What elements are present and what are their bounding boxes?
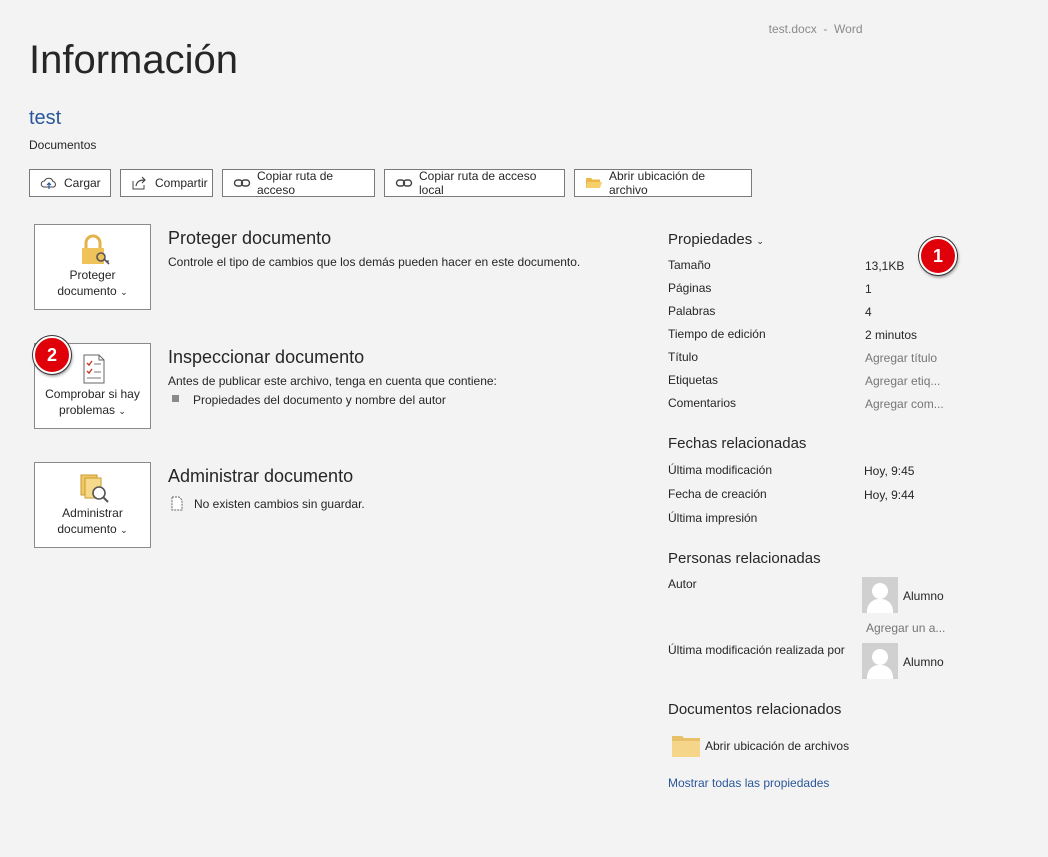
chevron-down-icon: ⌄: [120, 525, 128, 535]
property-value-editing-time: 2 minutos: [865, 328, 918, 342]
protect-document-description: Controle el tipo de cambios que los demá…: [168, 255, 581, 269]
property-label-size: Tamaño: [668, 258, 711, 272]
window-title-separator: -: [823, 22, 828, 36]
window-app-name: Word: [834, 22, 863, 36]
property-label-words: Palabras: [668, 304, 716, 318]
protect-document-label-line1: Proteger: [69, 268, 116, 282]
avatar-body: [867, 665, 893, 679]
open-file-location-button[interactable]: Abrir ubicación de archivo: [574, 169, 752, 197]
date-label-last-printed: Última impresión: [668, 511, 758, 525]
folder-icon: [672, 736, 700, 757]
document-checklist-icon: [83, 354, 105, 384]
property-value-pages: 1: [865, 282, 872, 296]
avatar-head: [872, 583, 888, 599]
manage-document-button[interactable]: Administrar documento ⌄: [34, 462, 151, 548]
check-issues-label: Comprobar si hay problemas ⌄: [35, 386, 150, 419]
open-files-location-link[interactable]: Abrir ubicación de archivos: [705, 739, 849, 753]
show-all-properties-link[interactable]: Mostrar todas las propiedades: [668, 776, 829, 790]
last-modified-by-name[interactable]: Alumno: [903, 655, 944, 669]
related-documents-header: Documentos relacionados: [668, 701, 842, 718]
property-title-field[interactable]: Agregar título: [865, 351, 937, 365]
copy-local-path-label: Copiar ruta de acceso local: [419, 169, 537, 197]
protect-document-label: Proteger documento ⌄: [35, 267, 150, 300]
property-value-words: 4: [865, 305, 872, 319]
lock-key-icon: [82, 234, 110, 265]
avatar-body: [867, 599, 893, 613]
manage-document-label-line2: documento: [57, 522, 117, 536]
page-title: Información: [29, 38, 238, 82]
avatar[interactable]: [862, 643, 898, 679]
manage-document-description: No existen cambios sin guardar.: [194, 497, 365, 511]
chevron-down-icon: ⌄: [118, 406, 126, 416]
copy-path-button[interactable]: Copiar ruta de acceso: [222, 169, 375, 197]
related-people-header: Personas relacionadas: [668, 550, 821, 567]
bullet-icon: [172, 395, 179, 402]
document-search-icon: [80, 474, 109, 503]
avatar[interactable]: [862, 577, 898, 613]
upload-button[interactable]: Cargar: [29, 169, 111, 197]
folder-open-icon: [586, 178, 602, 188]
inspect-document-bullet-text: Propiedades del documento y nombre del a…: [193, 393, 446, 407]
inspect-document-title: Inspeccionar documento: [168, 347, 365, 367]
last-modified-by-label: Última modificación realizada por: [668, 643, 845, 657]
property-label-title: Título: [668, 350, 699, 364]
window-title: test.docx - Word: [762, 8, 863, 36]
properties-header-label: Propiedades: [668, 231, 753, 248]
property-value-size: 13,1KB: [865, 259, 905, 273]
link-icon: [395, 179, 413, 187]
property-comments-field[interactable]: Agregar com...: [865, 397, 944, 411]
author-name[interactable]: Alumno: [903, 589, 944, 603]
protect-document-title: Proteger documento: [168, 228, 332, 248]
related-dates-header: Fechas relacionadas: [668, 435, 807, 452]
property-label-editing-time: Tiempo de edición: [668, 327, 766, 341]
annotation-badge-1: 1: [919, 237, 957, 275]
link-icon: [233, 179, 251, 187]
property-label-pages: Páginas: [668, 281, 712, 295]
protect-document-label-line2: documento: [57, 284, 117, 298]
copy-local-path-button[interactable]: Copiar ruta de acceso local: [384, 169, 565, 197]
check-issues-label-line2: problemas: [59, 403, 116, 417]
avatar-head: [872, 649, 888, 665]
cloud-upload-icon: [40, 177, 56, 189]
document-name: test: [29, 107, 62, 129]
date-value-last-modified: Hoy, 9:45: [864, 464, 915, 478]
share-icon: [132, 176, 146, 190]
date-value-created: Hoy, 9:44: [864, 488, 915, 502]
share-label: Compartir: [155, 176, 208, 190]
annotation-badge-2: 2: [33, 336, 71, 374]
window-filename: test.docx: [768, 22, 817, 36]
date-label-last-modified: Última modificación: [668, 463, 773, 477]
property-tags-field[interactable]: Agregar etiq...: [865, 374, 940, 388]
manage-document-label: Administrar documento ⌄: [35, 505, 150, 538]
chevron-down-icon: ⌄: [756, 236, 764, 246]
manage-document-title: Administrar documento: [168, 466, 354, 486]
date-label-created: Fecha de creación: [668, 487, 767, 501]
inspect-document-description: Antes de publicar este archivo, tenga en…: [168, 374, 497, 388]
author-label: Autor: [668, 577, 697, 591]
protect-document-button[interactable]: Proteger documento ⌄: [34, 224, 151, 310]
add-author-field[interactable]: Agregar un a...: [866, 621, 945, 635]
upload-label: Cargar: [64, 176, 101, 190]
properties-header[interactable]: Propiedades ⌄: [668, 231, 764, 248]
document-version-icon: [171, 496, 183, 511]
share-button[interactable]: Compartir: [120, 169, 213, 197]
manage-document-label-line1: Administrar: [62, 506, 123, 520]
property-label-comments: Comentarios: [668, 396, 737, 410]
document-location: Documentos: [29, 138, 97, 152]
check-issues-label-line1: Comprobar si hay: [45, 387, 140, 401]
property-label-tags: Etiquetas: [668, 373, 719, 387]
open-file-location-label: Abrir ubicación de archivo: [609, 169, 706, 197]
copy-path-label: Copiar ruta de acceso: [257, 169, 334, 197]
chevron-down-icon: ⌄: [120, 287, 128, 297]
